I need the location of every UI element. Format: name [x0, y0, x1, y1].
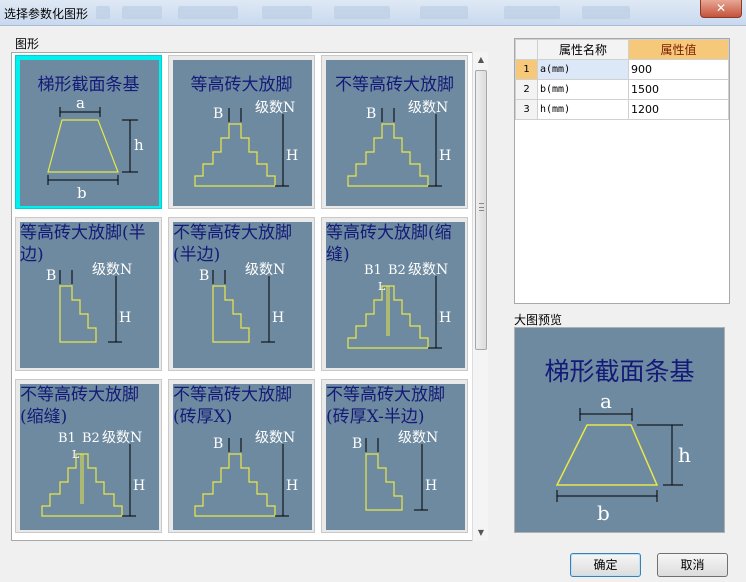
- window-title: 选择参数化图形: [4, 7, 89, 21]
- background-toolbar-ghost: [504, 6, 560, 19]
- dim-b-label: b: [77, 184, 87, 202]
- property-row[interactable]: 1 a(mm) 900: [515, 59, 729, 80]
- dim-l-label: L: [72, 448, 80, 461]
- shape-name: 等高砖大放脚: [190, 75, 293, 95]
- property-row[interactable]: 3 h(mm) 1200: [515, 99, 729, 120]
- close-icon: ✕: [715, 1, 727, 15]
- cancel-button[interactable]: 取消: [657, 553, 728, 577]
- dim-h-label: H: [119, 310, 131, 326]
- shape-tile[interactable]: B 级数N H 不等高砖大放脚(砖厚X): [168, 379, 315, 533]
- shape-tile[interactable]: a b h 梯形截面条基: [15, 55, 162, 209]
- scroll-down-icon[interactable]: ▼: [473, 525, 489, 541]
- shape-name: 等高砖大放脚(缩缝): [326, 223, 452, 265]
- property-value[interactable]: 1500: [628, 79, 729, 100]
- dim-b-label: B: [46, 268, 56, 284]
- dim-a-label: a: [76, 94, 85, 112]
- shape-tile[interactable]: B 级数N H 不等高砖大放脚: [321, 55, 468, 209]
- preview-b-label: b: [597, 501, 610, 525]
- dim-b-label: B: [366, 106, 376, 122]
- shape-gallery[interactable]: a b h 梯形截面条基 B 级数N H 等高砖大放脚 B 级数N H 不等高砖大放脚 B 级数N H 等高砖…: [11, 52, 488, 541]
- dim-h-label: H: [439, 148, 451, 164]
- shape-name: 不等高砖大放脚(砖厚X): [173, 385, 292, 427]
- scrollbar-thumb[interactable]: [475, 70, 487, 350]
- shape-name: 等高砖大放脚(半边): [20, 223, 146, 265]
- property-grid[interactable]: 属性名称 属性值 1 a(mm) 900 2 b(mm) 1500 3 h(mm) 1200: [514, 38, 730, 304]
- background-toolbar-ghost: [582, 6, 630, 19]
- dim-h-label: h: [134, 136, 144, 154]
- background-toolbar-ghost: [178, 6, 238, 19]
- shape-name: 不等高砖大放脚(砖厚X-半边): [326, 385, 445, 427]
- steps-label: 级数N: [102, 430, 142, 446]
- shape-name: 梯形截面条基: [37, 75, 140, 95]
- ok-button[interactable]: 确定: [570, 553, 641, 577]
- gallery-scrollbar[interactable]: ▲ ▼: [472, 52, 488, 541]
- shape-tile[interactable]: B 级数N H 不等高砖大放脚(砖厚X-半边): [321, 379, 468, 533]
- shapes-label: 图形: [15, 37, 40, 51]
- row-header-corner: [515, 39, 538, 60]
- shape-name: 不等高砖大放脚(半边): [173, 223, 292, 265]
- shape-name: 不等高砖大放脚(缩缝): [20, 385, 139, 427]
- steps-label: 级数N: [255, 430, 295, 446]
- property-value[interactable]: 900: [628, 59, 729, 80]
- dim-b-label: B: [352, 436, 362, 452]
- shape-tile[interactable]: B1 B2 L 级数N H 等高砖大放脚(缩缝): [321, 217, 468, 371]
- background-toolbar-ghost: [420, 6, 468, 19]
- row-index: 1: [515, 59, 538, 80]
- column-header-value: 属性值: [628, 39, 729, 60]
- property-name: h(mm): [537, 99, 629, 120]
- dim-b-label: B: [199, 268, 209, 284]
- property-row[interactable]: 2 b(mm) 1500: [515, 79, 729, 100]
- dim-h-label: H: [286, 478, 298, 494]
- dim-b-label: B: [213, 436, 223, 452]
- shape-tile[interactable]: B 级数N H 等高砖大放脚: [168, 55, 315, 209]
- steps-label: 级数N: [398, 430, 438, 446]
- scroll-grip-icon: [479, 203, 484, 211]
- shape-tile[interactable]: B 级数N H 不等高砖大放脚(半边): [168, 217, 315, 371]
- scroll-up-icon[interactable]: ▲: [473, 52, 489, 68]
- preview-a-label: a: [600, 389, 612, 413]
- dim-h-label: H: [133, 478, 145, 494]
- shape-tile[interactable]: B 级数N H 等高砖大放脚(半边): [15, 217, 162, 371]
- dim-h-label: H: [272, 310, 284, 326]
- dim-l-label: L: [378, 280, 386, 293]
- shape-tile[interactable]: B1 B2 L 级数N H 不等高砖大放脚(缩缝): [15, 379, 162, 533]
- title-bar: 选择参数化图形 ✕: [0, 0, 746, 26]
- background-toolbar-ghost: [262, 6, 312, 19]
- row-index: 3: [515, 99, 538, 120]
- preview-h-label: h: [678, 443, 691, 467]
- column-header-name: 属性名称: [537, 39, 629, 60]
- background-app-icon: [96, 6, 110, 19]
- dim-h-label: H: [439, 310, 451, 326]
- property-value[interactable]: 1200: [628, 99, 729, 120]
- property-name: a(mm): [537, 59, 629, 80]
- dim-b-label: B: [213, 106, 223, 122]
- dim-h-label: H: [286, 148, 298, 164]
- preview-label: 大图预览: [514, 313, 563, 327]
- shape-name: 不等高砖大放脚: [335, 75, 454, 95]
- trapezoid-diagram-icon: a b h: [555, 389, 691, 525]
- row-index: 2: [515, 79, 538, 100]
- background-toolbar-ghost: [122, 6, 162, 19]
- dim-b1-label: B1: [58, 431, 76, 446]
- dim-b2-label: B2: [82, 431, 100, 446]
- steps-label: 级数N: [408, 100, 448, 116]
- background-toolbar-ghost: [334, 6, 390, 19]
- close-button[interactable]: ✕: [700, 0, 742, 18]
- property-name: b(mm): [537, 79, 629, 100]
- steps-label: 级数N: [255, 100, 295, 116]
- large-preview: 梯形截面条基 a b h: [514, 327, 725, 533]
- dim-h-label: H: [425, 478, 437, 494]
